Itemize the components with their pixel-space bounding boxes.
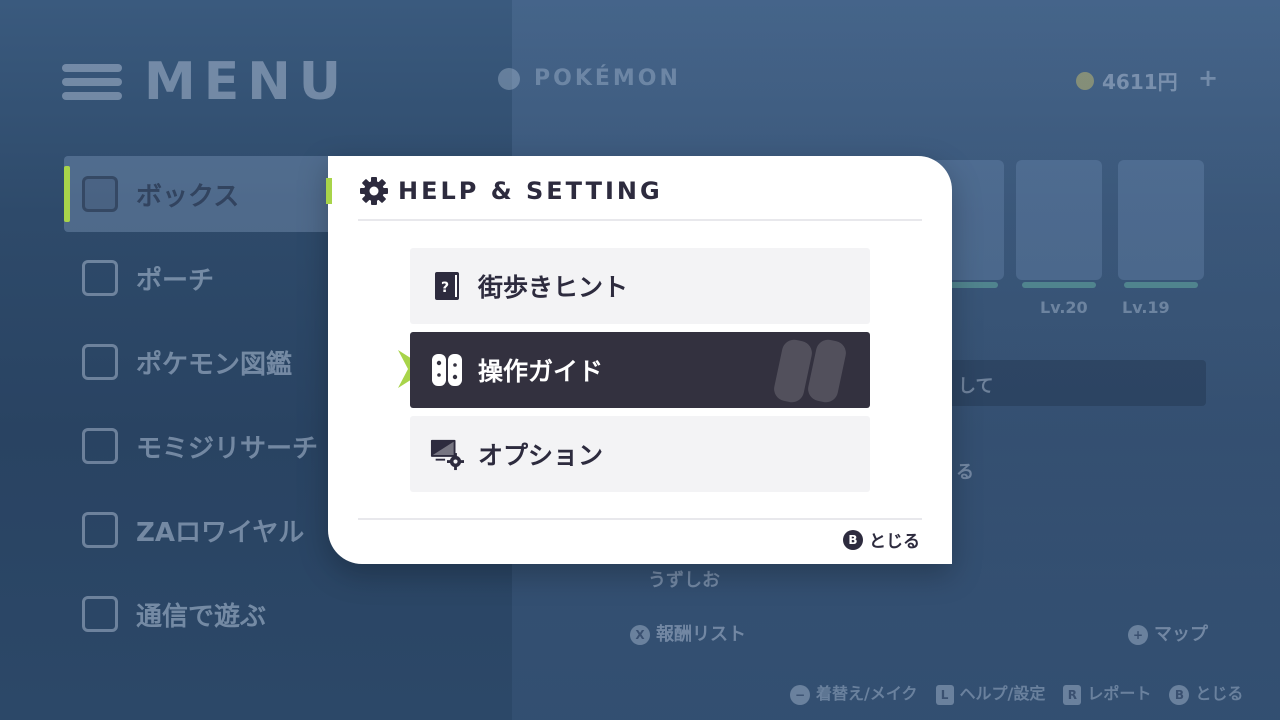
coin-icon — [1076, 71, 1094, 90]
b-button-icon: B — [843, 529, 863, 550]
money-value: 4611円 — [1102, 70, 1178, 94]
pokemon-level: Lv.19 — [1122, 298, 1170, 317]
play-icon — [498, 67, 520, 90]
option-label: 操作ガイド — [478, 357, 604, 386]
dialog-header: HELP & SETTING — [358, 174, 663, 208]
reward-list-label: 報酬リスト — [656, 624, 746, 645]
dialog-title: HELP & SETTING — [398, 177, 663, 205]
footer-dress-label: 着替え/メイク — [816, 684, 918, 703]
x-button-icon: X — [630, 625, 650, 645]
hp-bar — [1022, 282, 1096, 288]
menu-title: MENU — [144, 52, 350, 112]
option-options[interactable]: オプション — [410, 416, 870, 492]
pokemon-level: Lv.20 — [1040, 298, 1088, 317]
joycon-watermark-icon — [774, 339, 846, 403]
sidebar-item-label: モミジリサーチ — [136, 433, 319, 464]
svg-text:?: ? — [441, 280, 449, 296]
close-button[interactable]: B とじる — [843, 527, 920, 552]
info-text: る — [956, 462, 974, 483]
help-setting-dialog: HELP & SETTING ? 街歩きヒント 操作ガイド オプション B とじ… — [326, 156, 952, 564]
option-town-hints[interactable]: ? 街歩きヒント — [410, 248, 870, 324]
pokemon-slot[interactable] — [1118, 160, 1204, 288]
pokemon-tab[interactable]: POKÉMON — [498, 66, 681, 91]
sidebar-item-label: ポケモン図鑑 — [136, 349, 293, 380]
sidebar-item-label: ZAロワイヤル — [136, 517, 305, 548]
r-button-icon: R — [1063, 684, 1082, 705]
map-label: マップ — [1154, 624, 1208, 645]
footer-controls: − 着替え/メイク L ヘルプ/設定 R レポート B とじる — [790, 680, 1243, 705]
money-display: 4611円 — [1076, 66, 1178, 95]
footer-report[interactable]: R レポート — [1063, 680, 1151, 705]
pokedex-icon — [82, 344, 118, 380]
joycon-icon — [430, 353, 464, 387]
footer-help[interactable]: L ヘルプ/設定 — [935, 680, 1046, 705]
menu-header: MENU — [62, 52, 350, 112]
wifi-icon — [82, 596, 118, 632]
box-icon — [82, 176, 118, 212]
hamburger-icon — [62, 60, 122, 104]
footer-help-label: ヘルプ/設定 — [959, 684, 1046, 703]
tower-icon — [82, 512, 118, 548]
footer-dress[interactable]: − 着替え/メイク — [790, 680, 918, 705]
pouch-icon — [82, 260, 118, 296]
sidebar-item-online[interactable]: 通信で遊ぶ — [64, 576, 504, 652]
option-label: オプション — [478, 441, 604, 470]
pokemon-name: うずしお — [648, 570, 720, 591]
divider — [358, 518, 922, 520]
gear-icon — [360, 177, 388, 205]
hp-bar — [1124, 282, 1198, 288]
options-monitor-gear-icon — [430, 437, 464, 471]
l-button-icon: L — [935, 684, 954, 705]
hint-book-icon: ? — [430, 269, 464, 303]
research-icon — [82, 428, 118, 464]
reward-list-hint[interactable]: X 報酬リスト — [630, 620, 746, 646]
pokemon-slot[interactable] — [1016, 160, 1102, 288]
info-text: して — [958, 376, 994, 397]
divider — [358, 219, 922, 221]
sidebar-item-label: 通信で遊ぶ — [136, 601, 267, 632]
b-button-icon: B — [1169, 684, 1190, 705]
footer-close-label: とじる — [1195, 684, 1244, 703]
plus-button-icon: + — [1128, 625, 1148, 645]
footer-report-label: レポート — [1087, 684, 1152, 703]
option-label: 街歩きヒント — [478, 273, 629, 302]
minus-button-icon: − — [790, 684, 810, 705]
option-control-guide[interactable]: 操作ガイド — [410, 332, 870, 408]
map-hint[interactable]: + マップ — [1128, 620, 1208, 646]
add-money-icon: + — [1198, 64, 1219, 92]
sidebar-item-label: ボックス — [136, 181, 240, 212]
close-label: とじる — [869, 532, 920, 552]
footer-close[interactable]: B とじる — [1169, 680, 1243, 705]
dialog-accent — [326, 178, 332, 204]
pokemon-tab-label: POKÉMON — [534, 66, 681, 91]
sidebar-item-label: ポーチ — [136, 265, 215, 296]
